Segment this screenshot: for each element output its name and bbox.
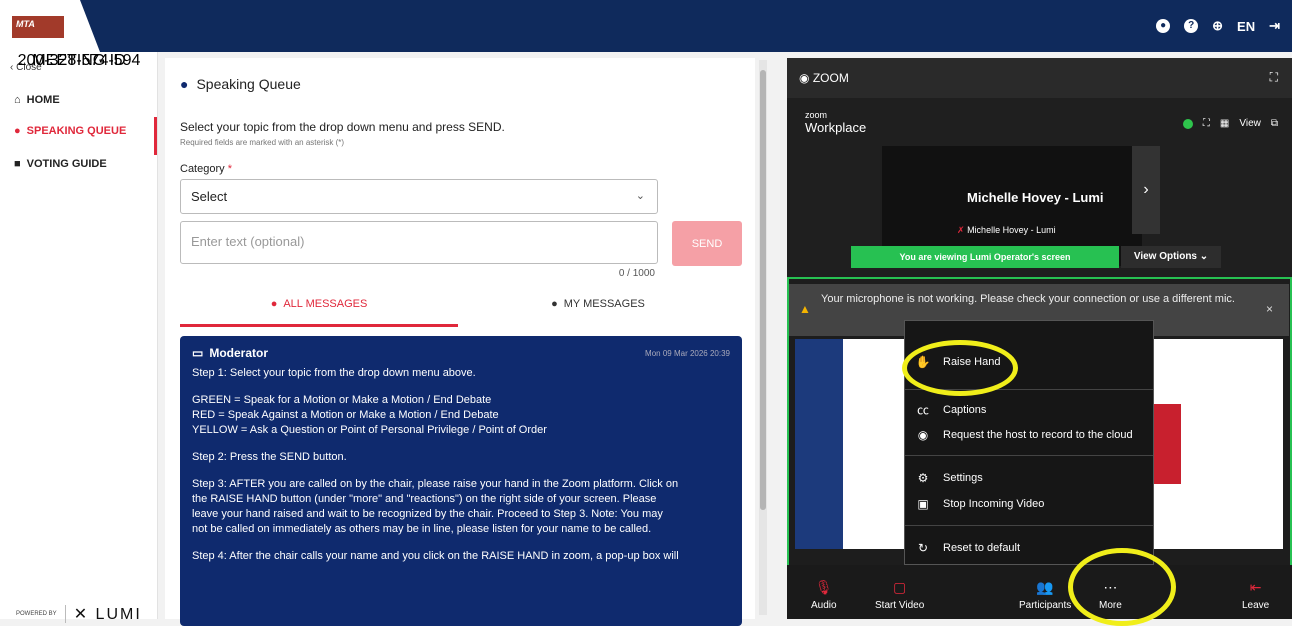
active-indicator xyxy=(154,117,157,155)
gear-icon: ⚙ xyxy=(917,471,929,485)
lumi-logo: ✕ LUMI xyxy=(73,606,142,623)
view-options-button[interactable]: View Options ⌄ xyxy=(1121,246,1221,268)
chat-icon: ● xyxy=(14,125,21,137)
video-icon: ▣ xyxy=(917,497,929,511)
menu-item-stop-incoming-video[interactable]: ▣ Stop Incoming Video xyxy=(915,497,1044,511)
sidebar-item-voting-guide[interactable]: ■ VOTING GUIDE xyxy=(14,158,107,170)
chevron-down-icon: ⌄ xyxy=(1199,251,1209,262)
message-line: the RAISE HAND button (under "more" and … xyxy=(192,493,657,505)
leave-button[interactable]: ⇤ Leave xyxy=(1242,579,1269,611)
category-label: Category * xyxy=(180,163,232,175)
powered-by: POWERED BY ✕ LUMI xyxy=(16,605,142,623)
message-icon: ▭ xyxy=(192,346,204,360)
sidebar-item-home[interactable]: ⌂ HOME xyxy=(14,94,60,106)
required-note: Required fields are marked with an aster… xyxy=(180,138,345,147)
user-icon[interactable]: ● xyxy=(1156,19,1171,33)
chat-icon: ● xyxy=(270,298,278,310)
page-title: ● Speaking Queue xyxy=(180,76,301,92)
sidebar: ‹ Close ⌂ HOME ● SPEAKING QUEUE ■ VOTING GU… xyxy=(0,52,158,623)
menu-item-reset[interactable]: ↻ Reset to default xyxy=(915,541,1020,555)
fullscreen-icon[interactable]: ⛶ xyxy=(1270,70,1278,85)
message-line: leave your hand raised and wait to be re… xyxy=(192,508,663,520)
chevron-down-icon: ⌄ xyxy=(635,190,645,202)
speaker-small-name: ✗ Michelle Hovey - Lumi xyxy=(957,225,1056,235)
chevron-right-icon[interactable]: › xyxy=(1132,146,1160,234)
chat-icon: ● xyxy=(180,76,189,92)
meeting-id: 200-328-574-594 xyxy=(17,52,141,69)
top-bar: MTA ● ? ⊕ EN ⇥ xyxy=(0,0,1292,52)
logout-icon[interactable]: ⇥ xyxy=(1269,18,1280,34)
popout-icon[interactable]: ⧉ xyxy=(1271,118,1278,129)
speaker-name: Michelle Hovey - Lumi xyxy=(967,190,1104,205)
mta-logo: MTA xyxy=(12,16,64,38)
send-button[interactable]: SEND xyxy=(672,221,742,266)
video-off-icon: ▢ xyxy=(893,579,907,595)
speaking-queue-panel: ● Speaking Queue Select your topic from … xyxy=(165,58,755,626)
globe-icon[interactable]: ⊕ xyxy=(1212,18,1223,34)
people-icon: 👥 xyxy=(1036,579,1054,595)
message-line: not be called on immediately as others m… xyxy=(192,523,652,535)
top-icons: ● ? ⊕ EN ⇥ xyxy=(1156,18,1280,34)
scrollbar[interactable] xyxy=(759,60,767,615)
highlight-more-button xyxy=(1068,548,1176,626)
message-author: ▭ Moderator xyxy=(192,346,269,360)
viewing-banner: You are viewing Lumi Operator's screen xyxy=(851,246,1119,268)
zoom-header: ◉ ZOOM ⛶ xyxy=(787,58,1292,98)
message-line: Step 2: Press the SEND button. xyxy=(192,451,347,463)
instruction-text: Select your topic from the drop down men… xyxy=(180,120,505,134)
zoom-panel: ◉ ZOOM ⛶ zoom Workplace ⛶ ▦ View ⧉ Miche… xyxy=(787,58,1292,619)
message-input[interactable]: Enter text (optional) xyxy=(180,221,658,264)
shield-check-icon xyxy=(1182,118,1193,129)
cc-icon: ㏄ xyxy=(916,403,929,417)
view-button[interactable]: View xyxy=(1239,118,1261,129)
mic-off-icon: 🎙 xyxy=(814,579,833,595)
record-icon: ◉ xyxy=(917,428,929,442)
tab-my-messages[interactable]: ● MY MESSAGES xyxy=(458,298,738,310)
zoom-top-controls: ⛶ ▦ View ⧉ xyxy=(1182,118,1278,129)
message-line: RED = Speak Against a Motion or Make a M… xyxy=(192,409,499,421)
lumi-x-icon: ✕ xyxy=(73,606,90,623)
divider xyxy=(905,455,1153,456)
message-line: GREEN = Speak for a Motion or Make a Mot… xyxy=(192,394,492,406)
participants-button[interactable]: 👥 Participants xyxy=(1019,579,1071,611)
reset-icon: ↻ xyxy=(917,541,929,555)
shared-sidebar xyxy=(795,339,843,549)
highlight-raise-hand xyxy=(902,340,1018,396)
audio-button[interactable]: 🎙 Audio xyxy=(811,579,837,611)
warning-icon: ▲ xyxy=(799,302,811,316)
message-line: Step 1: Select your topic from the drop … xyxy=(192,367,476,379)
home-icon: ⌂ xyxy=(14,94,21,106)
message-date: Mon 09 Mar 2026 20:39 xyxy=(645,348,730,358)
scrollbar-thumb[interactable] xyxy=(760,70,766,510)
fullscreen-icon[interactable]: ⛶ xyxy=(1203,118,1210,129)
message-line: Step 4: After the chair calls your name … xyxy=(192,550,679,562)
char-counter: 0 / 1000 xyxy=(618,268,655,279)
divider xyxy=(905,525,1153,526)
leave-icon: ⇤ xyxy=(1249,579,1262,595)
zoom-workplace-logo: zoom Workplace xyxy=(805,110,867,135)
divider xyxy=(64,605,66,623)
mic-off-icon: ✗ xyxy=(957,225,965,235)
zoom-toolbar: 🎙 Audio ▢ Start Video 👥 Participants ⋯ More … xyxy=(787,565,1292,619)
message-line: YELLOW = Ask a Question or Point of Pers… xyxy=(192,424,547,436)
start-video-button[interactable]: ▢ Start Video xyxy=(875,579,924,611)
grid-icon: ▦ xyxy=(1219,118,1230,129)
menu-item-settings[interactable]: ⚙ Settings xyxy=(915,471,983,485)
language-selector[interactable]: EN xyxy=(1237,19,1255,34)
user-icon: ● xyxy=(551,298,558,310)
moderator-message: ▭ Moderator Mon 09 Mar 2026 20:39 Step 1:… xyxy=(180,336,742,626)
sidebar-item-speaking-queue[interactable]: ● SPEAKING QUEUE xyxy=(14,125,126,137)
message-line: Step 3: AFTER you are called on by the c… xyxy=(192,478,679,490)
zoom-icon: ◉ xyxy=(799,71,810,85)
close-icon[interactable]: × xyxy=(1266,302,1273,317)
help-icon[interactable]: ? xyxy=(1184,19,1199,33)
document-icon: ■ xyxy=(14,158,21,170)
tab-all-messages[interactable]: ● ALL MESSAGES xyxy=(180,298,458,327)
menu-item-captions[interactable]: ㏄ Captions xyxy=(915,401,986,418)
menu-item-request-record[interactable]: ◉ Request the host to record to the cloud xyxy=(915,428,1133,442)
category-select[interactable]: Select ⌄ xyxy=(180,179,658,214)
